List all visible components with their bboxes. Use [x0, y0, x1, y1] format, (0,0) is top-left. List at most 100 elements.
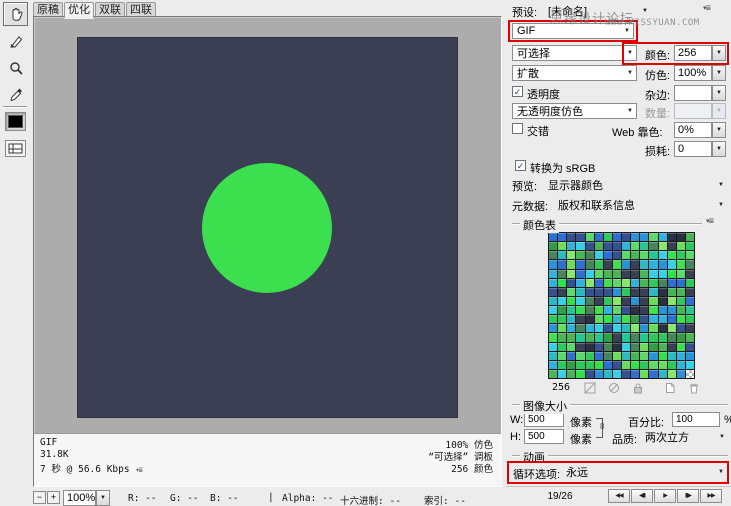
lock-color-icon[interactable] — [630, 381, 645, 394]
color-swatch[interactable] — [585, 242, 594, 251]
color-swatch[interactable] — [612, 287, 621, 296]
color-swatch[interactable] — [567, 333, 576, 342]
color-swatch[interactable] — [658, 351, 667, 360]
color-swatch[interactable] — [603, 315, 612, 324]
metadata-dropdown[interactable]: 版权和联系信息 ▼ — [558, 198, 726, 212]
color-swatch[interactable] — [558, 315, 567, 324]
color-swatch[interactable] — [603, 306, 612, 315]
width-input[interactable]: 500 — [524, 412, 564, 427]
color-swatch[interactable] — [558, 278, 567, 287]
color-swatch[interactable] — [567, 315, 576, 324]
color-swatch[interactable] — [649, 251, 658, 260]
color-swatch[interactable] — [640, 333, 649, 342]
color-swatch[interactable] — [631, 242, 640, 251]
color-swatch[interactable] — [576, 278, 585, 287]
color-swatch[interactable] — [649, 333, 658, 342]
color-swatch[interactable] — [594, 278, 603, 287]
color-swatch[interactable] — [631, 333, 640, 342]
color-swatch[interactable] — [676, 369, 685, 378]
color-swatch[interactable] — [640, 351, 649, 360]
color-swatch[interactable] — [567, 260, 576, 269]
color-swatch[interactable] — [612, 342, 621, 351]
color-swatch[interactable] — [631, 278, 640, 287]
color-swatch[interactable] — [649, 360, 658, 369]
color-swatch[interactable] — [622, 269, 631, 278]
eyedropper-color-well[interactable] — [5, 112, 26, 131]
color-swatch[interactable] — [667, 342, 676, 351]
color-swatch[interactable] — [631, 251, 640, 260]
map-transparent-icon[interactable] — [582, 381, 597, 394]
color-swatch[interactable] — [685, 351, 694, 360]
color-swatch[interactable] — [640, 260, 649, 269]
dither-method-dropdown[interactable]: 扩散 ▼ — [512, 65, 637, 81]
color-swatch[interactable] — [576, 296, 585, 305]
color-swatch[interactable] — [658, 360, 667, 369]
color-swatch[interactable] — [612, 351, 621, 360]
color-swatch[interactable] — [594, 342, 603, 351]
color-swatch[interactable] — [676, 324, 685, 333]
color-swatch[interactable] — [567, 251, 576, 260]
color-swatch[interactable] — [594, 306, 603, 315]
color-swatch[interactable] — [576, 360, 585, 369]
color-swatch[interactable] — [649, 342, 658, 351]
color-swatch[interactable] — [558, 351, 567, 360]
color-swatch[interactable] — [558, 233, 567, 242]
color-swatch[interactable] — [585, 360, 594, 369]
color-swatch[interactable] — [585, 315, 594, 324]
color-swatch[interactable] — [612, 296, 621, 305]
color-swatch[interactable] — [640, 278, 649, 287]
color-swatch[interactable] — [558, 296, 567, 305]
interlaced-checkbox[interactable] — [512, 123, 523, 134]
zoom-tool[interactable] — [3, 56, 28, 80]
color-swatch[interactable] — [640, 242, 649, 251]
color-swatch[interactable] — [603, 369, 612, 378]
color-swatch[interactable] — [585, 351, 594, 360]
tab-4up[interactable]: 四联 — [126, 2, 156, 17]
color-swatch[interactable] — [558, 342, 567, 351]
color-swatch[interactable] — [676, 278, 685, 287]
color-swatch[interactable] — [676, 351, 685, 360]
color-swatch[interactable] — [667, 333, 676, 342]
color-swatch[interactable] — [622, 233, 631, 242]
color-swatch[interactable] — [549, 315, 558, 324]
tab-2up[interactable]: 双联 — [95, 2, 125, 17]
color-swatch[interactable] — [576, 315, 585, 324]
color-swatch[interactable] — [658, 278, 667, 287]
color-swatch[interactable] — [622, 369, 631, 378]
color-swatch[interactable] — [576, 233, 585, 242]
color-swatch[interactable] — [603, 324, 612, 333]
color-swatch[interactable] — [576, 369, 585, 378]
transparency-checkbox[interactable]: ✓ — [512, 86, 523, 97]
color-swatch[interactable] — [658, 233, 667, 242]
eyedropper-tool[interactable] — [3, 82, 28, 106]
lossy-value-field[interactable]: 0 — [674, 141, 712, 157]
color-swatch[interactable] — [658, 269, 667, 278]
color-swatch[interactable] — [558, 324, 567, 333]
color-swatch[interactable] — [649, 242, 658, 251]
color-swatch[interactable] — [549, 342, 558, 351]
color-swatch[interactable] — [549, 233, 558, 242]
color-swatch[interactable] — [558, 369, 567, 378]
color-swatch[interactable] — [576, 333, 585, 342]
color-swatch[interactable] — [567, 342, 576, 351]
color-swatch[interactable] — [549, 269, 558, 278]
color-swatch[interactable] — [549, 333, 558, 342]
color-swatch[interactable] — [649, 269, 658, 278]
color-swatch[interactable] — [631, 360, 640, 369]
color-swatch[interactable] — [603, 233, 612, 242]
color-swatch[interactable] — [576, 260, 585, 269]
color-swatch[interactable] — [667, 287, 676, 296]
download-speed-menu-icon[interactable]: ▾≣ — [135, 466, 143, 474]
color-swatch[interactable] — [549, 369, 558, 378]
color-swatch[interactable] — [603, 260, 612, 269]
first-frame-button[interactable]: ◀◀ — [608, 489, 630, 503]
loop-options-dropdown[interactable]: 永远 ▼ — [566, 465, 726, 479]
color-swatch[interactable] — [585, 369, 594, 378]
color-swatch[interactable] — [685, 278, 694, 287]
color-swatch[interactable] — [685, 342, 694, 351]
color-swatch[interactable] — [640, 269, 649, 278]
slice-select-tool[interactable] — [3, 30, 28, 54]
color-swatch[interactable] — [631, 287, 640, 296]
new-color-icon[interactable] — [662, 381, 677, 394]
color-swatch[interactable] — [594, 260, 603, 269]
